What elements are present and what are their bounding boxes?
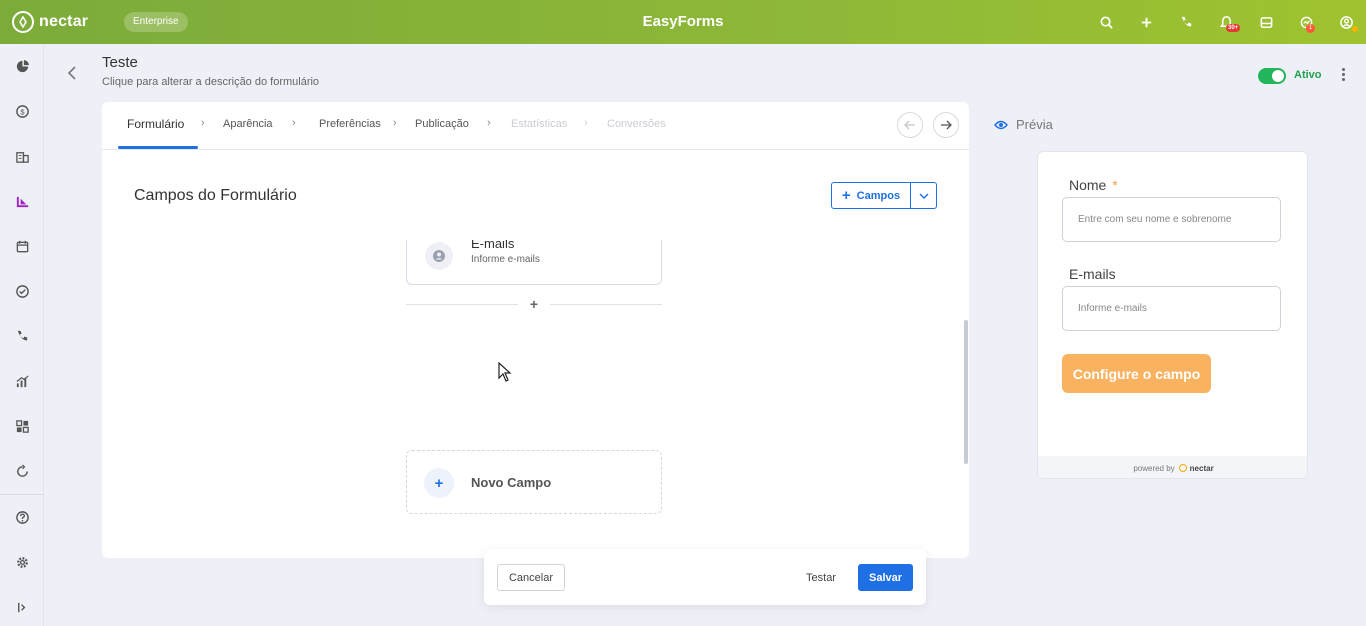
preview-input-emails[interactable]: Informe e-mails: [1062, 286, 1281, 331]
add-fields-dropdown[interactable]: [911, 183, 936, 208]
preview-card: Nome * Entre com seu nome e sobrenome E-m…: [1037, 151, 1308, 479]
tab-formulario[interactable]: Formulário: [127, 117, 184, 131]
step-separator-icon: ›: [201, 117, 205, 129]
apps-icon[interactable]: [0, 404, 44, 448]
step-separator-icon: ›: [393, 117, 397, 129]
inbox-icon[interactable]: [1246, 0, 1286, 44]
action-bar: Cancelar Testar Salvar: [484, 549, 926, 605]
logo-text: nectar: [39, 13, 89, 30]
plus-icon: +: [424, 468, 454, 498]
phone-icon[interactable]: [1166, 0, 1206, 44]
nectar-logo-icon: [12, 11, 34, 33]
notification-count-badge: 30+: [1226, 24, 1241, 32]
chevron-left-icon: [67, 66, 76, 80]
help-icon[interactable]: [0, 495, 44, 539]
tab-preferencias[interactable]: Preferências: [319, 118, 381, 130]
add-fields-split-button: + Campos: [831, 182, 937, 209]
sync-icon[interactable]: [0, 449, 44, 493]
back-button[interactable]: [64, 64, 80, 82]
insert-field-plus-icon[interactable]: +: [527, 296, 541, 312]
cancel-button[interactable]: Cancelar: [497, 564, 565, 591]
sidebar: $: [0, 44, 44, 626]
active-tab-indicator: [118, 146, 198, 149]
active-toggle[interactable]: [1258, 68, 1286, 84]
form-title[interactable]: Teste: [102, 54, 138, 71]
dashboard-icon[interactable]: [0, 44, 44, 88]
nectar-brand-icon: [1178, 464, 1187, 472]
form-editor-card: Formulário › Aparência › Preferências › …: [102, 102, 969, 558]
test-button[interactable]: Testar: [798, 564, 844, 591]
preview-title: Prévia: [1016, 117, 1053, 132]
active-toggle-label: Ativo: [1294, 69, 1322, 81]
previous-step-button[interactable]: [897, 112, 923, 138]
building-icon[interactable]: [0, 134, 44, 178]
powered-by-label: powered by: [1133, 463, 1175, 473]
scrollbar[interactable]: [964, 320, 968, 464]
add-fields-button[interactable]: + Campos: [832, 183, 911, 208]
tab-aparencia[interactable]: Aparência: [223, 118, 273, 130]
field-card-title: E-mails: [471, 240, 515, 251]
arrow-left-icon: [904, 120, 915, 130]
top-actions: 30+ 1: [1086, 0, 1366, 44]
preview-input-nome[interactable]: Entre com seu nome e sobrenome: [1062, 197, 1281, 242]
preview-header: Prévia: [994, 117, 1053, 132]
svg-text:$: $: [20, 107, 25, 116]
settings-icon[interactable]: [0, 540, 44, 584]
section-title: Campos do Formulário: [134, 187, 297, 204]
form-description[interactable]: Clique para alterar a descrição do formu…: [102, 76, 319, 88]
tab-estatisticas: Estatísticas: [511, 118, 568, 130]
alert-count-badge: 1: [1306, 24, 1315, 33]
add-fields-label: Campos: [856, 189, 901, 202]
chevron-down-icon: [919, 193, 928, 199]
preview-submit-button[interactable]: Configure o campo: [1062, 354, 1211, 393]
step-separator-icon: ›: [487, 117, 491, 129]
tab-publicacao[interactable]: Publicação: [415, 118, 469, 130]
nectar-brand-text: nectar: [1189, 463, 1214, 473]
eye-icon: [994, 120, 1008, 129]
field-card-subtitle: Informe e-mails: [471, 254, 540, 265]
preview-footer: powered by nectar: [1038, 456, 1307, 478]
plus-icon[interactable]: [1126, 0, 1166, 44]
status-dot: [1352, 26, 1358, 32]
chat-icon[interactable]: 1: [1286, 0, 1326, 44]
forms-icon[interactable]: [0, 179, 44, 223]
step-tabs: Formulário › Aparência › Preferências › …: [102, 102, 969, 150]
step-separator-icon: ›: [584, 117, 588, 129]
preview-label-nome: Nome *: [1069, 177, 1118, 193]
plus-icon: +: [841, 187, 851, 204]
preview-label-text: Nome: [1069, 177, 1107, 193]
new-field-button[interactable]: + Novo Campo: [406, 450, 662, 514]
insert-field-divider: +: [406, 296, 662, 312]
expand-icon[interactable]: [0, 585, 44, 626]
preview-label-emails: E-mails: [1069, 266, 1116, 282]
user-icon[interactable]: [1326, 0, 1366, 44]
step-separator-icon: ›: [292, 117, 296, 129]
tab-conversoes: Conversões: [607, 118, 666, 130]
more-options-icon[interactable]: [1336, 64, 1350, 84]
bell-icon[interactable]: 30+: [1206, 0, 1246, 44]
calendar-icon[interactable]: [0, 224, 44, 268]
top-bar: nectar Enterprise EasyForms 30+ 1: [0, 0, 1366, 44]
plan-badge: Enterprise: [124, 12, 188, 32]
user-field-icon: [425, 242, 453, 270]
search-icon[interactable]: [1086, 0, 1126, 44]
dollar-icon[interactable]: $: [0, 89, 44, 133]
chart-icon[interactable]: [0, 359, 44, 403]
nectar-brand: nectar: [1178, 463, 1214, 473]
required-asterisk: *: [1112, 177, 1118, 193]
mouse-cursor-icon: [498, 362, 512, 382]
next-step-button[interactable]: [933, 112, 959, 138]
nectar-logo[interactable]: nectar: [12, 11, 88, 33]
arrow-right-icon: [941, 120, 952, 130]
phone-icon[interactable]: [0, 314, 44, 358]
field-card-emails[interactable]: E-mails Informe e-mails: [406, 240, 662, 285]
save-button[interactable]: Salvar: [858, 564, 913, 591]
new-field-label: Novo Campo: [471, 475, 552, 490]
check-icon[interactable]: [0, 269, 44, 313]
